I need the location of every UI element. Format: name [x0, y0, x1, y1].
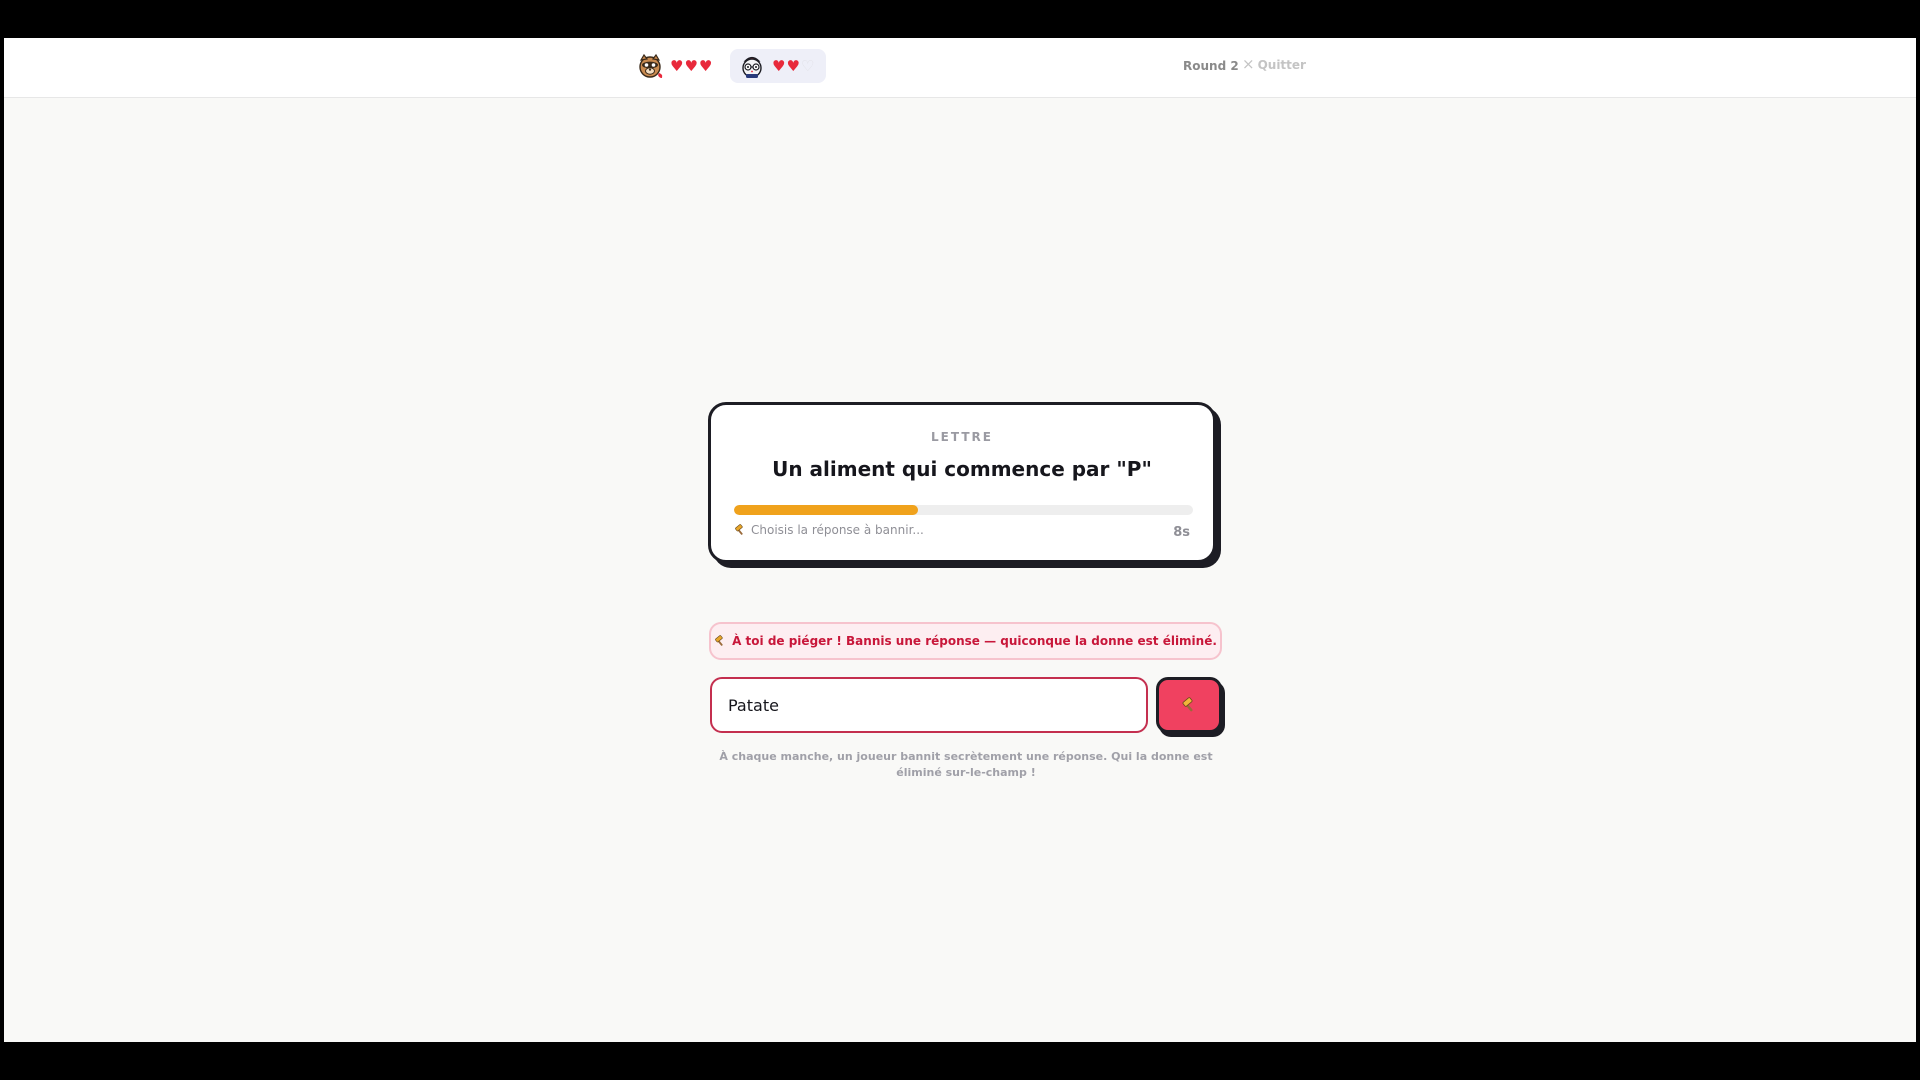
heart-empty-icon: ♡ — [800, 56, 815, 75]
cat-avatar-icon — [738, 52, 766, 80]
top-bar: ♥ ♥ ♥ ♥ ♥ ♡ Round 2 × Quitter — [4, 38, 1916, 98]
heart-icon: ♥ — [698, 56, 713, 75]
hint-text: Choisis la réponse à bannir... — [751, 523, 924, 537]
timer-progress-fill — [734, 505, 918, 515]
timer-value: 8s — [1173, 525, 1190, 540]
round-label: Round 2 — [1183, 59, 1239, 73]
game-screen: ♥ ♥ ♥ ♥ ♥ ♡ Round 2 × Quitter LETTRE Un … — [4, 38, 1916, 1042]
raccoon-avatar-icon — [636, 52, 664, 80]
category-label: LETTRE — [931, 430, 993, 444]
heart-icon: ♥ — [670, 56, 684, 75]
banner-text: À toi de piéger ! Bannis une réponse — q… — [732, 634, 1217, 648]
hammer-icon — [714, 635, 726, 647]
quit-label: Quitter — [1257, 57, 1306, 72]
rules-text: À chaque manche, un joueur bannit secrèt… — [719, 750, 1213, 779]
answer-input[interactable] — [710, 677, 1148, 733]
heart-icon: ♥ — [786, 56, 800, 75]
hammer-icon — [734, 524, 746, 536]
ban-submit-button[interactable] — [1156, 677, 1222, 733]
question-card: LETTRE Un aliment qui commence par "P" C… — [708, 402, 1216, 563]
lives-hearts: ♥ ♥ ♥ — [670, 56, 713, 75]
timer-progress-bar — [734, 505, 1193, 515]
ban-banner: À toi de piéger ! Bannis une réponse — q… — [709, 622, 1222, 660]
heart-icon: ♥ — [772, 56, 786, 75]
question-text: Un aliment qui commence par "P" — [772, 457, 1152, 481]
lives-hearts: ♥ ♥ ♡ — [772, 56, 815, 75]
heart-icon: ♥ — [684, 56, 698, 75]
close-icon: × — [1242, 55, 1255, 73]
quit-button[interactable]: × Quitter — [1242, 57, 1306, 72]
player-1: ♥ ♥ ♥ — [634, 49, 722, 83]
hint: Choisis la réponse à bannir... — [734, 523, 924, 537]
hammer-icon — [1181, 697, 1197, 713]
player-2: ♥ ♥ ♡ — [730, 49, 826, 83]
